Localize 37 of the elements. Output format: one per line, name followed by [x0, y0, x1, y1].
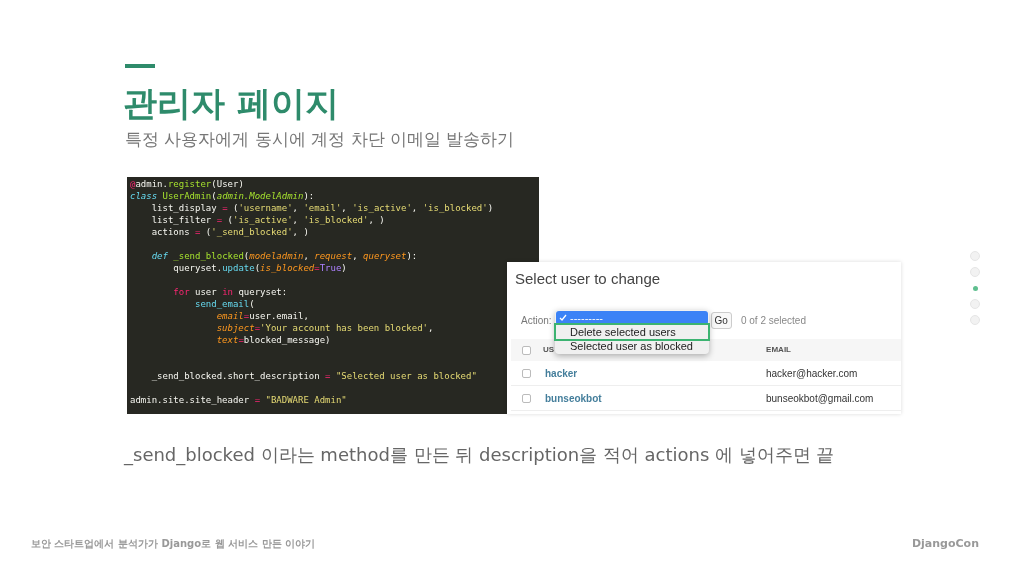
footer-brand: DjangoCon: [911, 536, 979, 552]
checkbox[interactable]: [522, 393, 531, 403]
column-header: US: [543, 344, 555, 356]
slide-subtitle: 특정 사용자에게 동시에 계정 차단 이메일 발송하기: [125, 128, 515, 151]
code-line: list_display = ('username', 'email', 'is_active', 'is_blocked'): [150, 202, 494, 214]
user-link[interactable]: bunseokbot: [545, 390, 766, 406]
action-label: Action:: [521, 314, 552, 328]
page-heading: Select user to change: [515, 269, 661, 289]
code-line: email=user.email,: [215, 310, 309, 322]
dropdown-option[interactable]: Selected user as blocked: [556, 339, 708, 353]
dropdown-option[interactable]: Delete selected users: [556, 325, 708, 339]
code-line: text=blocked_message): [215, 334, 331, 346]
accent-bar: [125, 64, 155, 68]
action-dropdown[interactable]: --------- Delete selected users Selected user as blocked: [555, 310, 709, 354]
code-line: list_filter = ('is_active', 'is_blocked', ): [150, 214, 385, 226]
check-icon: [559, 314, 567, 322]
slide-title: 관리자 페이지: [123, 82, 339, 125]
selection-count: 0 of 2 selected: [740, 314, 806, 328]
code-line: subject='Your account has been blocked',: [215, 322, 434, 334]
code-line: actions = ('_send_blocked', ): [150, 226, 309, 238]
code-line: for user in queryset:: [172, 286, 288, 298]
code-line: send_email(: [194, 298, 255, 310]
table-cell-text: hacker@hacker.com: [766, 366, 858, 381]
footer-title: 보안 스타트업에서 분석가가 Django로 웹 서비스 만든 이야기: [31, 537, 315, 551]
slide-caption: _send_blocked 이라는 method를 만든 뒤 description을 적어 actions 에 넣어주면 끝: [124, 443, 835, 468]
code-line: class UserAdmin(admin.ModelAdmin):: [130, 190, 315, 202]
code-line: @admin.register(User): [130, 178, 244, 190]
code-line: queryset.update(is_blocked=True): [172, 262, 347, 274]
checkbox[interactable]: [522, 368, 531, 378]
code-line: admin.site.site_header = "BADWARE Admin": [130, 394, 347, 406]
code-line: def _send_blocked(modeladmin, request, queryset):: [150, 250, 418, 262]
checkbox[interactable]: [522, 345, 531, 355]
column-header: EMAIL: [766, 344, 791, 356]
table-cell-text: bunseokbot@gmail.com: [766, 391, 874, 406]
code-line: _send_blocked.short_description = "Selected user as blocked": [150, 370, 477, 382]
go-button[interactable]: Go: [710, 312, 732, 329]
user-link[interactable]: hacker: [545, 365, 766, 381]
